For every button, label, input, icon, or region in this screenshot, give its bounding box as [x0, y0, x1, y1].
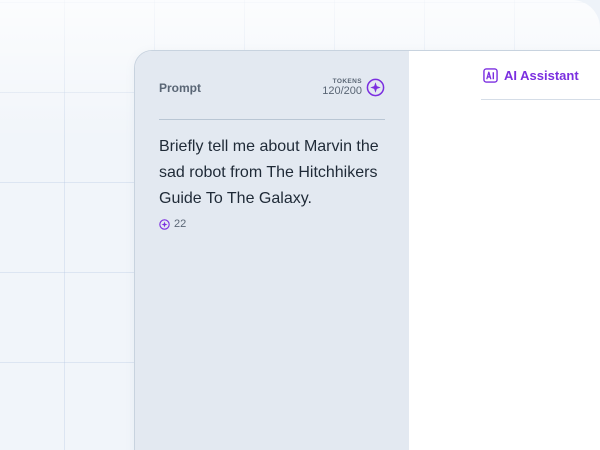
prompt-token-usage: 22: [159, 218, 385, 230]
token-counter: TOKENS 120/200: [322, 78, 385, 98]
token-sparkle-icon: [366, 79, 385, 97]
prompt-header: Prompt TOKENS 120/200: [159, 51, 385, 120]
tab-ai-assistant[interactable]: AI Assistant: [481, 51, 600, 100]
tab-ai-assistant-label: AI Assistant: [504, 67, 579, 83]
background-grid: Prompt TOKENS 120/200 Briefly tell me ab…: [0, 0, 600, 450]
prompt-panel: Prompt TOKENS 120/200 Briefly tell me ab…: [135, 51, 409, 450]
prompt-text: Briefly tell me about Marvin the sad rob…: [159, 138, 379, 207]
token-usage-count: 22: [174, 218, 187, 230]
ai-icon: [483, 67, 498, 83]
prompt-assistant-card: Prompt TOKENS 120/200 Briefly tell me ab…: [134, 50, 600, 450]
prompt-title: Prompt: [159, 81, 201, 95]
tokens-label: TOKENS: [332, 77, 362, 85]
assistant-panel: AI Assistant: [409, 51, 600, 450]
tokens-count: 120/200: [322, 85, 362, 98]
token-sparkle-icon: [159, 218, 170, 230]
